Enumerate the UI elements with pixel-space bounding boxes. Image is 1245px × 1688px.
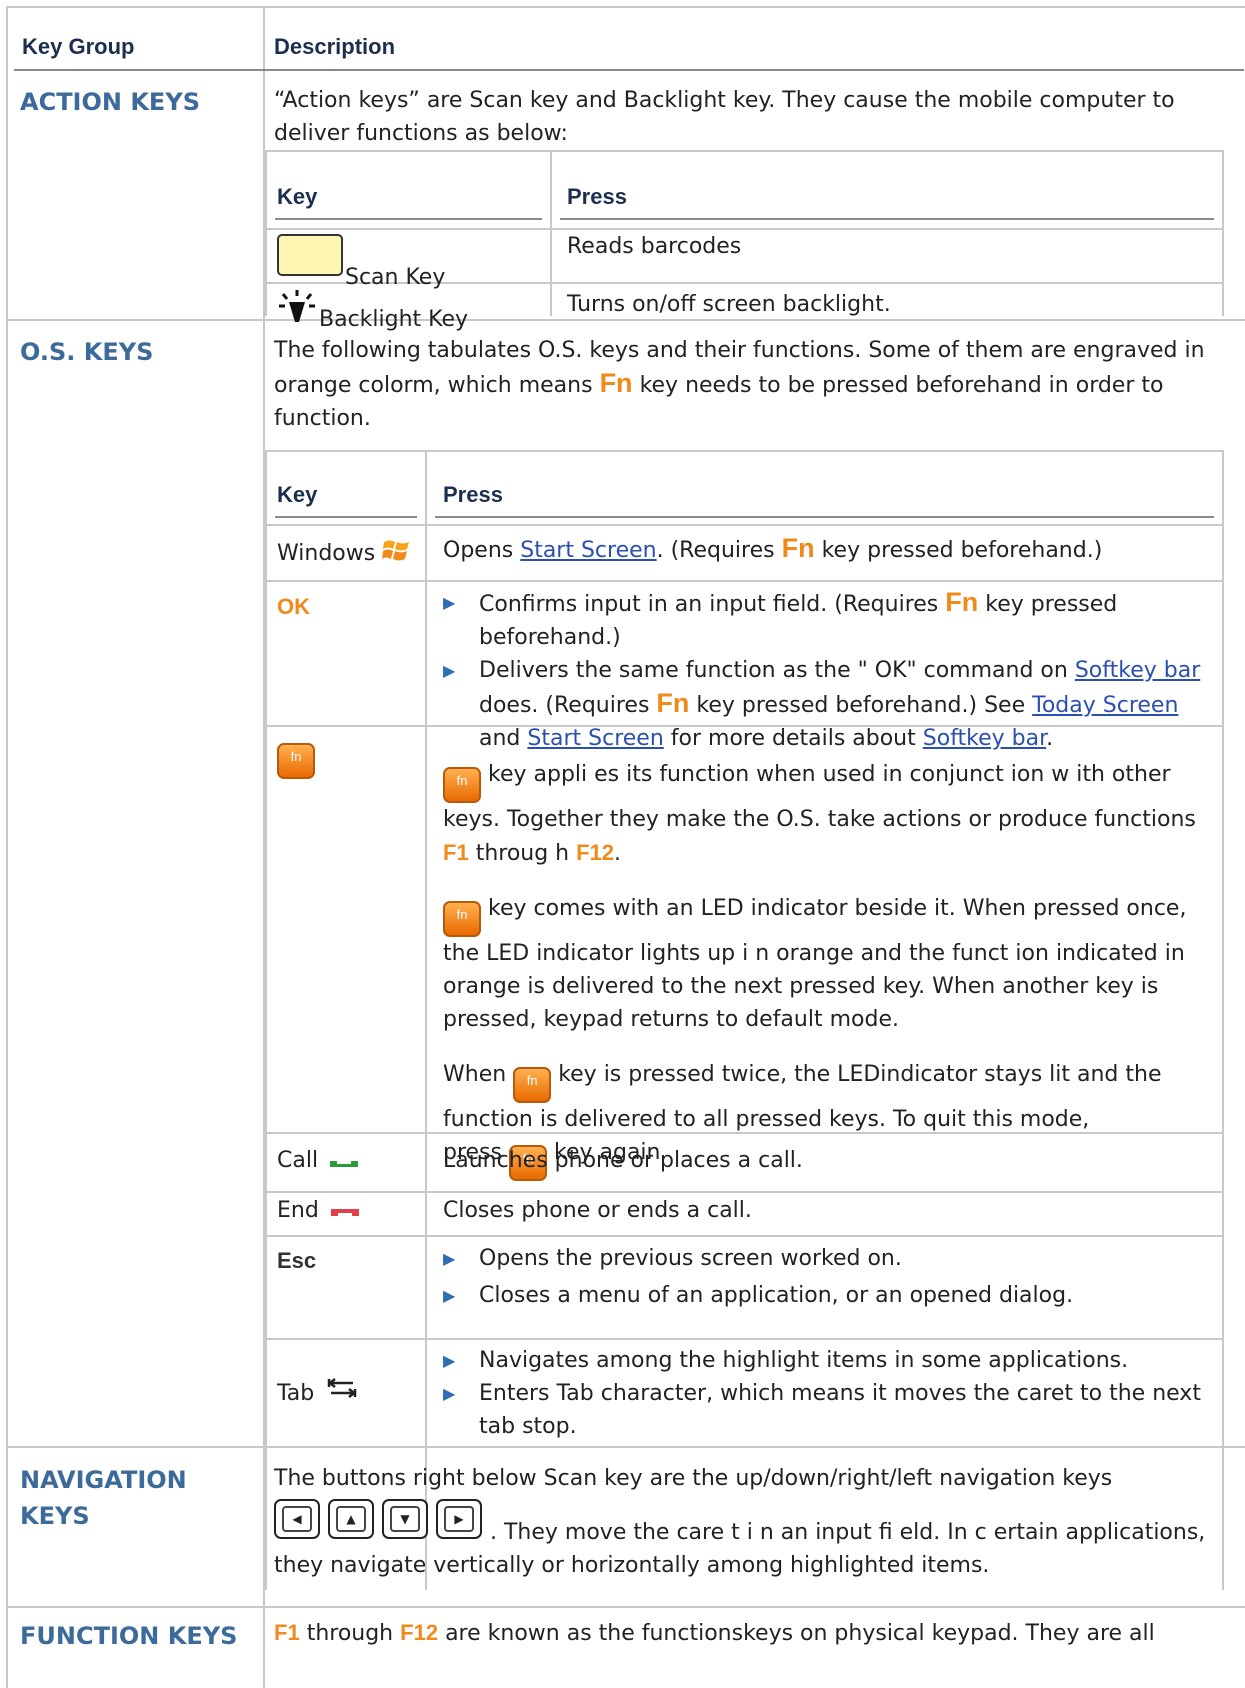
header-key-group: Key Group — [22, 34, 135, 59]
start-screen-link[interactable]: Start Screen — [520, 538, 656, 563]
navigation-text: The buttons right below Scan key are the… — [274, 1462, 1224, 1582]
fn-paragraph-2: fn key comes with an LED indicator besid… — [443, 896, 1187, 1032]
bullet-arrow-icon: ▶ — [443, 1249, 456, 1268]
row-divider-nav — [8, 1606, 1245, 1608]
tab-key-press: ▶ Navigates among the highlight items in … — [443, 1344, 1213, 1443]
os-header-press: Press — [443, 482, 503, 507]
fn-key-icon: fn — [277, 743, 315, 779]
function-text: F1 through F12 are known as the function… — [274, 1620, 1155, 1646]
esc-key-press: ▶ Opens the previous screen worked on. ▶ C… — [443, 1242, 1213, 1312]
end-call-icon — [330, 1209, 359, 1216]
scan-key-cell: Scan Key — [277, 234, 445, 290]
fn-paragraph-1: fn key appli es its function when used i… — [443, 762, 1196, 866]
backlight-icon — [279, 290, 315, 322]
esc-bullet-2: ▶ Closes a menu of an application, or an … — [443, 1279, 1213, 1312]
windows-key-cell: Windows — [277, 536, 412, 570]
call-key-label: Call — [277, 1148, 319, 1173]
right-arrow-key-icon: ▶ — [436, 1499, 482, 1539]
backlight-key-cell: Backlight Key — [277, 288, 468, 332]
os-header-key: Key — [277, 482, 318, 507]
ok-bullet-1: ▶ Confirms input in an input field. (Req… — [443, 586, 1213, 654]
scan-key-icon — [277, 234, 343, 276]
header-description: Description — [274, 34, 396, 59]
backlight-key-label: Backlight Key — [319, 307, 469, 332]
end-key-cell: End — [277, 1194, 360, 1227]
fn-key-icon: fn — [443, 767, 481, 803]
esc-key-label: Esc — [277, 1248, 317, 1273]
windows-key-label: Windows — [277, 541, 376, 566]
call-key-cell: Call — [277, 1144, 359, 1177]
end-key-label: End — [277, 1198, 319, 1223]
ok-key-label: OK — [277, 594, 310, 619]
scan-key-press: Reads barcodes — [567, 234, 742, 259]
bullet-arrow-icon: ▶ — [443, 1351, 456, 1370]
up-arrow-key-icon: ▲ — [328, 1499, 374, 1539]
fn-key-press: fn key appli es its function when used i… — [443, 736, 1213, 1203]
group-function-keys: FUNCTION KEYS — [20, 1622, 238, 1650]
action-header-press: Press — [567, 184, 627, 209]
os-intro: The following tabulates O.S. keys and th… — [274, 338, 1205, 431]
tab-key-cell: Tab — [277, 1376, 357, 1410]
fn-label: Fn — [599, 368, 633, 398]
windows-key-press: Opens Start Screen. (Requires Fn key pre… — [443, 533, 1103, 563]
bullet-arrow-icon: ▶ — [443, 1384, 456, 1403]
softkey-bar-link[interactable]: Softkey bar — [1075, 658, 1200, 683]
group-action-keys: ACTION KEYS — [20, 88, 200, 116]
scan-key-label: Scan Key — [345, 265, 446, 290]
bullet-arrow-icon: ▶ — [443, 1286, 456, 1305]
os-key-table: Key Press Windows Opens Start Screen. (R… — [265, 450, 1224, 1590]
fn-key-icon: fn — [443, 901, 481, 937]
action-key-table: Key Press Scan Key Reads barcodes Backli… — [265, 150, 1224, 332]
end-key-press: Closes phone or ends a call. — [443, 1198, 752, 1223]
group-os-keys: O.S. KEYS — [20, 338, 154, 366]
navigation-key-row: ◀ ▲ ▼ ▶. They move the care t i n an input … — [274, 1499, 1224, 1582]
fn-key-cell: fn — [277, 734, 315, 779]
today-screen-link[interactable]: Today Screen — [1032, 693, 1178, 718]
left-arrow-key-icon: ◀ — [274, 1499, 320, 1539]
call-icon — [330, 1161, 359, 1167]
group-navigation-keys: NAVIGATION KEYS — [20, 1466, 187, 1530]
down-arrow-key-icon: ▼ — [382, 1499, 428, 1539]
tab-key-label: Tab — [277, 1381, 315, 1406]
bullet-arrow-icon: ▶ — [443, 593, 456, 612]
windows-flag-icon — [382, 540, 410, 561]
header-underline — [14, 69, 1244, 71]
ok-key-press: ▶ Confirms input in an input field. (Req… — [443, 586, 1213, 755]
tab-bullet-2: ▶ Enters Tab character, which means it mo… — [443, 1377, 1213, 1443]
fn-key-icon: fn — [513, 1067, 552, 1103]
esc-bullet-1: ▶ Opens the previous screen worked on. — [443, 1242, 1213, 1275]
backlight-key-press: Turns on/off screen backlight. — [567, 292, 891, 317]
tab-icon — [328, 1378, 357, 1398]
action-intro: “Action keys” are Scan key and Backlight… — [274, 88, 1175, 146]
call-key-press: Launches phone or places a call. — [443, 1148, 803, 1173]
action-header-key: Key — [277, 184, 318, 209]
tab-bullet-1: ▶ Navigates among the highlight items in … — [443, 1344, 1213, 1377]
